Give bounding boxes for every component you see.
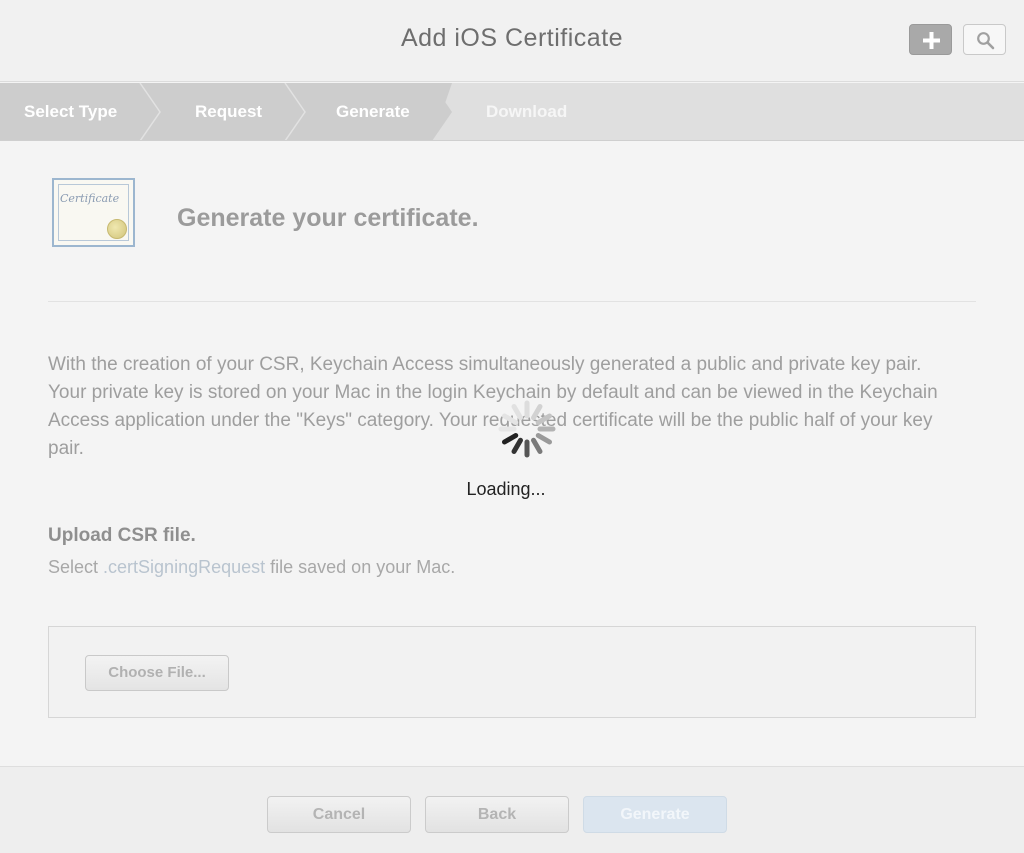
step-download: Download — [486, 102, 568, 121]
search-icon — [977, 32, 995, 50]
header-bar: Add iOS Certificate — [0, 0, 1024, 82]
page-title: Add iOS Certificate — [400, 24, 624, 52]
choose-file-button[interactable]: Choose File... — [85, 655, 229, 691]
file-extension-text: .certSigningRequest — [103, 557, 266, 577]
step-request: Request — [195, 102, 263, 121]
spinner-icon — [498, 400, 556, 458]
upload-instructions: Select .certSigningRequest file saved on… — [48, 557, 455, 578]
divider — [48, 301, 976, 302]
section-heading: Generate your certificate. — [177, 204, 479, 232]
certificate-seal-icon — [107, 219, 127, 239]
step-progress-bar: Select Type Request Generate Download — [0, 83, 1024, 141]
cancel-button[interactable]: Cancel — [267, 796, 411, 833]
back-button[interactable]: Back — [425, 796, 569, 833]
plus-icon — [923, 32, 940, 49]
certificate-icon: Certificate — [52, 178, 135, 247]
generate-button[interactable]: Generate — [583, 796, 727, 833]
step-select-type: Select Type — [24, 102, 118, 121]
upload-instructions-prefix: Select — [48, 557, 104, 577]
step-generate: Generate — [336, 102, 410, 121]
loading-text: Loading... — [466, 479, 546, 499]
upload-heading: Upload CSR file. — [48, 525, 196, 546]
add-button[interactable] — [909, 24, 952, 55]
upload-instructions-suffix: file saved on your Mac. — [265, 557, 456, 577]
search-button[interactable] — [963, 24, 1006, 55]
certificate-icon-text: Certificate — [60, 192, 120, 205]
